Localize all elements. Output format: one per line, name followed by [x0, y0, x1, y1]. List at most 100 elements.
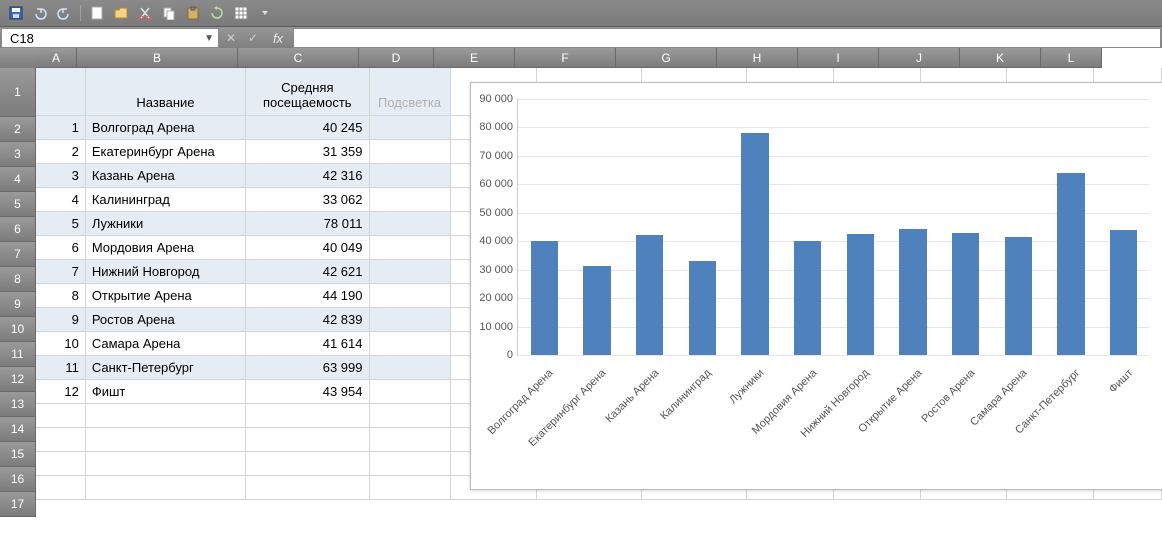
cell[interactable]: 10: [36, 332, 86, 356]
row-header[interactable]: 12: [0, 367, 36, 392]
cell[interactable]: 33 062: [246, 188, 369, 212]
row-header[interactable]: 13: [0, 392, 36, 417]
chart-bar[interactable]: [689, 261, 716, 355]
cell[interactable]: [370, 140, 451, 164]
row-header[interactable]: 16: [0, 467, 36, 492]
cell[interactable]: [246, 476, 369, 500]
cell[interactable]: [370, 116, 451, 140]
cell[interactable]: [370, 236, 451, 260]
save-icon[interactable]: [6, 3, 26, 23]
cell[interactable]: [86, 404, 246, 428]
cell[interactable]: 42 316: [246, 164, 369, 188]
cancel-icon[interactable]: ✕: [220, 27, 242, 49]
chart-bar[interactable]: [1110, 230, 1137, 355]
cell[interactable]: Волгоград Арена: [86, 116, 246, 140]
column-header[interactable]: I: [798, 48, 879, 68]
grid-icon[interactable]: [231, 3, 251, 23]
cells-area[interactable]: НазваниеСредняя посещаемостьПодсветка 1В…: [36, 68, 1162, 538]
cell[interactable]: [86, 476, 246, 500]
cell[interactable]: 2: [36, 140, 86, 164]
cell[interactable]: [36, 404, 86, 428]
row-header[interactable]: 5: [0, 192, 36, 217]
cell[interactable]: [370, 188, 451, 212]
cell[interactable]: 78 011: [246, 212, 369, 236]
cell[interactable]: [370, 476, 451, 500]
column-header[interactable]: A: [36, 48, 77, 68]
row-header[interactable]: 15: [0, 442, 36, 467]
chart-bar[interactable]: [741, 133, 768, 355]
row-header[interactable]: 2: [0, 117, 36, 142]
redo-icon[interactable]: [54, 3, 74, 23]
cell[interactable]: 6: [36, 236, 86, 260]
chart-bar[interactable]: [847, 234, 874, 355]
column-header[interactable]: K: [960, 48, 1041, 68]
undo-icon[interactable]: [30, 3, 50, 23]
cell[interactable]: 5: [36, 212, 86, 236]
row-header[interactable]: 4: [0, 167, 36, 192]
cut-icon[interactable]: [135, 3, 155, 23]
cell[interactable]: 9: [36, 308, 86, 332]
cell[interactable]: 44 190: [246, 284, 369, 308]
cell[interactable]: Нижний Новгород: [86, 260, 246, 284]
copy-icon[interactable]: [159, 3, 179, 23]
cell[interactable]: 7: [36, 260, 86, 284]
cell[interactable]: 1: [36, 116, 86, 140]
chart-bar[interactable]: [1057, 173, 1084, 355]
cell[interactable]: [370, 380, 451, 404]
row-header[interactable]: 17: [0, 492, 36, 517]
row-header[interactable]: 8: [0, 267, 36, 292]
chevron-down-icon[interactable]: ▼: [204, 33, 214, 44]
chart-bar[interactable]: [1005, 237, 1032, 355]
cell[interactable]: Казань Арена: [86, 164, 246, 188]
row-header[interactable]: 3: [0, 142, 36, 167]
cell[interactable]: 63 999: [246, 356, 369, 380]
chart-bar[interactable]: [794, 241, 821, 355]
cell[interactable]: Фишт: [86, 380, 246, 404]
dropdown-icon[interactable]: [255, 3, 275, 23]
cell[interactable]: 31 359: [246, 140, 369, 164]
cell[interactable]: 8: [36, 284, 86, 308]
cell[interactable]: 43 954: [246, 380, 369, 404]
open-icon[interactable]: [111, 3, 131, 23]
cell[interactable]: 42 839: [246, 308, 369, 332]
select-all-corner[interactable]: [0, 48, 37, 69]
cell[interactable]: [86, 452, 246, 476]
cell[interactable]: [36, 68, 86, 116]
chart-bar[interactable]: [952, 233, 979, 355]
cell[interactable]: Самара Арена: [86, 332, 246, 356]
name-box[interactable]: C18 ▼: [1, 28, 219, 48]
confirm-icon[interactable]: ✓: [242, 27, 264, 49]
cell[interactable]: 3: [36, 164, 86, 188]
cell[interactable]: [370, 452, 451, 476]
chart-bar[interactable]: [531, 241, 558, 355]
cell[interactable]: Открытие Арена: [86, 284, 246, 308]
column-header[interactable]: J: [879, 48, 960, 68]
cell[interactable]: [370, 332, 451, 356]
column-header[interactable]: F: [515, 48, 616, 68]
cell[interactable]: Средняя посещаемость: [246, 68, 369, 116]
cell[interactable]: 40 245: [246, 116, 369, 140]
cell[interactable]: [370, 356, 451, 380]
column-header[interactable]: H: [717, 48, 798, 68]
cell[interactable]: [36, 428, 86, 452]
fx-icon[interactable]: fx: [264, 27, 292, 49]
cell[interactable]: [246, 428, 369, 452]
cell[interactable]: Название: [86, 68, 246, 116]
spreadsheet-grid[interactable]: ABCDEFGHIJKL 1234567891011121314151617 Н…: [0, 48, 1162, 538]
column-header[interactable]: L: [1041, 48, 1102, 68]
new-icon[interactable]: [87, 3, 107, 23]
cell[interactable]: 4: [36, 188, 86, 212]
cell[interactable]: [36, 476, 86, 500]
cell[interactable]: 11: [36, 356, 86, 380]
column-header[interactable]: C: [238, 48, 359, 68]
column-header[interactable]: G: [616, 48, 717, 68]
cell[interactable]: [370, 260, 451, 284]
cell[interactable]: Лужники: [86, 212, 246, 236]
row-header[interactable]: 7: [0, 242, 36, 267]
row-header[interactable]: 10: [0, 317, 36, 342]
cell[interactable]: 12: [36, 380, 86, 404]
row-header[interactable]: 11: [0, 342, 36, 367]
row-header[interactable]: 1: [0, 68, 36, 117]
cell[interactable]: [370, 164, 451, 188]
cell[interactable]: [86, 428, 246, 452]
